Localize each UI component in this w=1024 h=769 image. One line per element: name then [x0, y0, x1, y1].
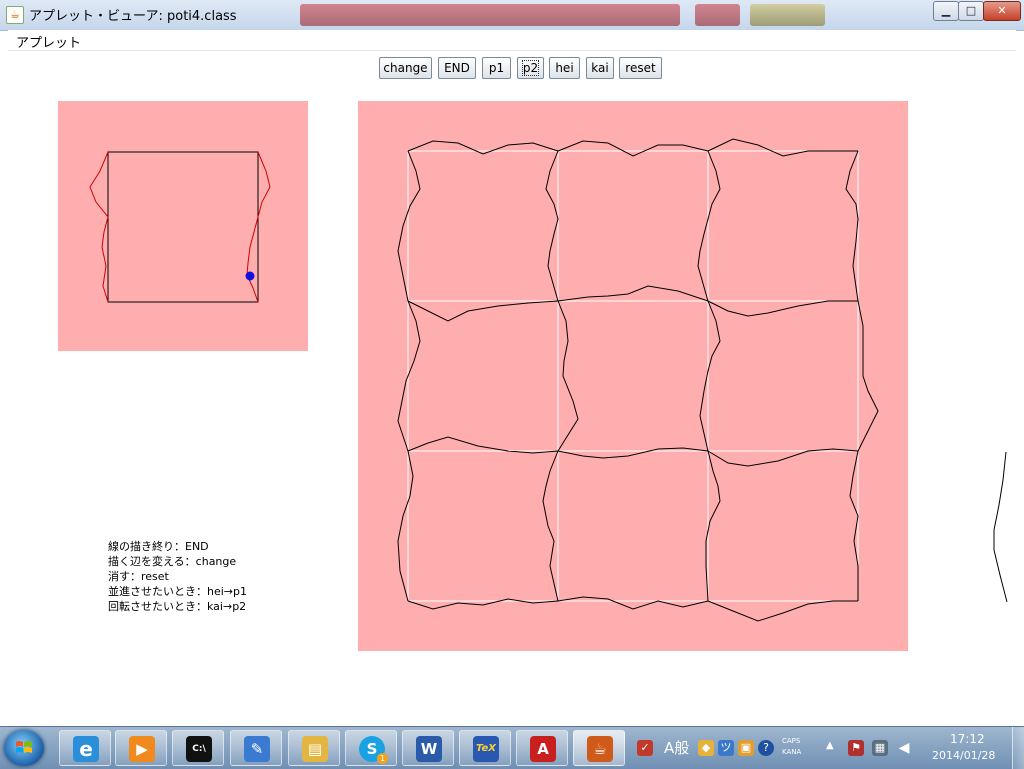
tile-square	[107, 151, 259, 303]
hei-button[interactable]: hei	[549, 57, 580, 79]
window-title: アプレット・ビューア: poti4.class	[29, 9, 237, 24]
taskbar-internet-explorer[interactable]: e	[59, 730, 111, 766]
ime-dictionary-icon[interactable]: ◆	[698, 740, 714, 756]
taskbar-command-prompt[interactable]: C:\	[172, 730, 224, 766]
paint-icon: ✎	[244, 736, 270, 762]
java-app-icon[interactable]: ☕	[6, 6, 24, 24]
tiling-curves	[397, 138, 879, 622]
instruction-reset: 消す：reset	[108, 570, 169, 583]
instructions: 線の描き終り：END 描く辺を変える：change 消す：reset 並進させた…	[108, 539, 247, 614]
control-point[interactable]	[245, 271, 255, 281]
show-hidden-icons[interactable]: ▲	[826, 740, 834, 751]
word-icon: W	[416, 736, 442, 762]
taskbar-acrobat[interactable]: A	[516, 730, 568, 766]
taskbar-word[interactable]: W	[402, 730, 454, 766]
taskbar-explorer[interactable]: ▤	[288, 730, 340, 766]
maximize-button[interactable]: □	[958, 1, 984, 21]
clock-time[interactable]: 17:12	[950, 732, 985, 746]
tiling-drawing	[397, 138, 879, 622]
edited-left-edge	[89, 151, 109, 303]
command-prompt-icon: C:\	[186, 736, 212, 762]
taskbar-skype[interactable]: S 1	[345, 730, 397, 766]
menu-applet[interactable]: アプレット	[16, 32, 81, 51]
instruction-rotate: 回転させたいとき：kai→p2	[108, 600, 247, 613]
ime-tool-icon[interactable]: ツ	[718, 740, 734, 756]
p2-button[interactable]: p2	[517, 57, 544, 79]
ime-config-icon[interactable]: ▣	[738, 740, 754, 756]
tile-editor-drawing	[89, 151, 271, 303]
minimize-button[interactable]: ▁	[933, 1, 959, 21]
clock-date[interactable]: 2014/01/28	[932, 749, 995, 762]
blurred-title-button-2	[750, 4, 825, 26]
volume-icon[interactable]: ◀	[896, 740, 912, 756]
end-button[interactable]: END	[438, 57, 476, 79]
internet-explorer-icon: e	[73, 736, 99, 762]
ime-pad-icon[interactable]: ✓	[637, 740, 653, 756]
taskbar: e ▶ C:\ ✎ ▤ S 1 W TeX A ☕ ✓ A般 ◆ ツ ▣ ? C…	[0, 726, 1024, 769]
blurred-title-region	[300, 4, 680, 26]
p1-button[interactable]: p1	[482, 57, 511, 79]
taskbar-tex[interactable]: TeX	[459, 730, 511, 766]
tiling-canvas[interactable]	[358, 101, 908, 651]
help-icon[interactable]: ?	[758, 740, 774, 756]
acrobat-icon: A	[530, 736, 556, 762]
action-center-icon[interactable]: ⚑	[848, 740, 864, 756]
taskbar-media-player[interactable]: ▶	[115, 730, 167, 766]
title-bar: ☕ アプレット・ビューア: poti4.class ▁ □ ✕	[0, 0, 1024, 31]
windows-flag-icon	[16, 741, 32, 753]
grid-lines	[407, 150, 859, 602]
blurred-title-button	[695, 4, 740, 26]
stray-curve-fragment	[993, 451, 1008, 603]
instruction-translate: 並進させたいとき：hei→p1	[108, 585, 247, 598]
tile-editor-canvas[interactable]	[58, 101, 308, 351]
tex-icon: TeX	[473, 736, 499, 762]
close-button[interactable]: ✕	[983, 1, 1021, 21]
instruction-change: 描く辺を変える：change	[108, 555, 237, 568]
taskbar-java-applet[interactable]: ☕	[573, 730, 625, 766]
change-button[interactable]: change	[379, 57, 432, 79]
taskbar-paint[interactable]: ✎	[230, 730, 282, 766]
kai-button[interactable]: kai	[586, 57, 614, 79]
instruction-end: 線の描き終り：END	[108, 540, 209, 553]
ime-status: CAPS KANA	[782, 737, 802, 756]
reset-button[interactable]: reset	[619, 57, 662, 79]
skype-notification-badge: 1	[377, 753, 388, 764]
explorer-icon: ▤	[302, 736, 328, 762]
menu-bar: アプレット	[8, 30, 1016, 51]
ime-mode[interactable]: A般	[664, 737, 689, 758]
java-icon: ☕	[587, 736, 613, 762]
start-button[interactable]	[4, 730, 44, 766]
media-player-icon: ▶	[129, 736, 155, 762]
show-desktop-button[interactable]	[1012, 727, 1024, 769]
network-icon[interactable]: ▦	[872, 740, 888, 756]
